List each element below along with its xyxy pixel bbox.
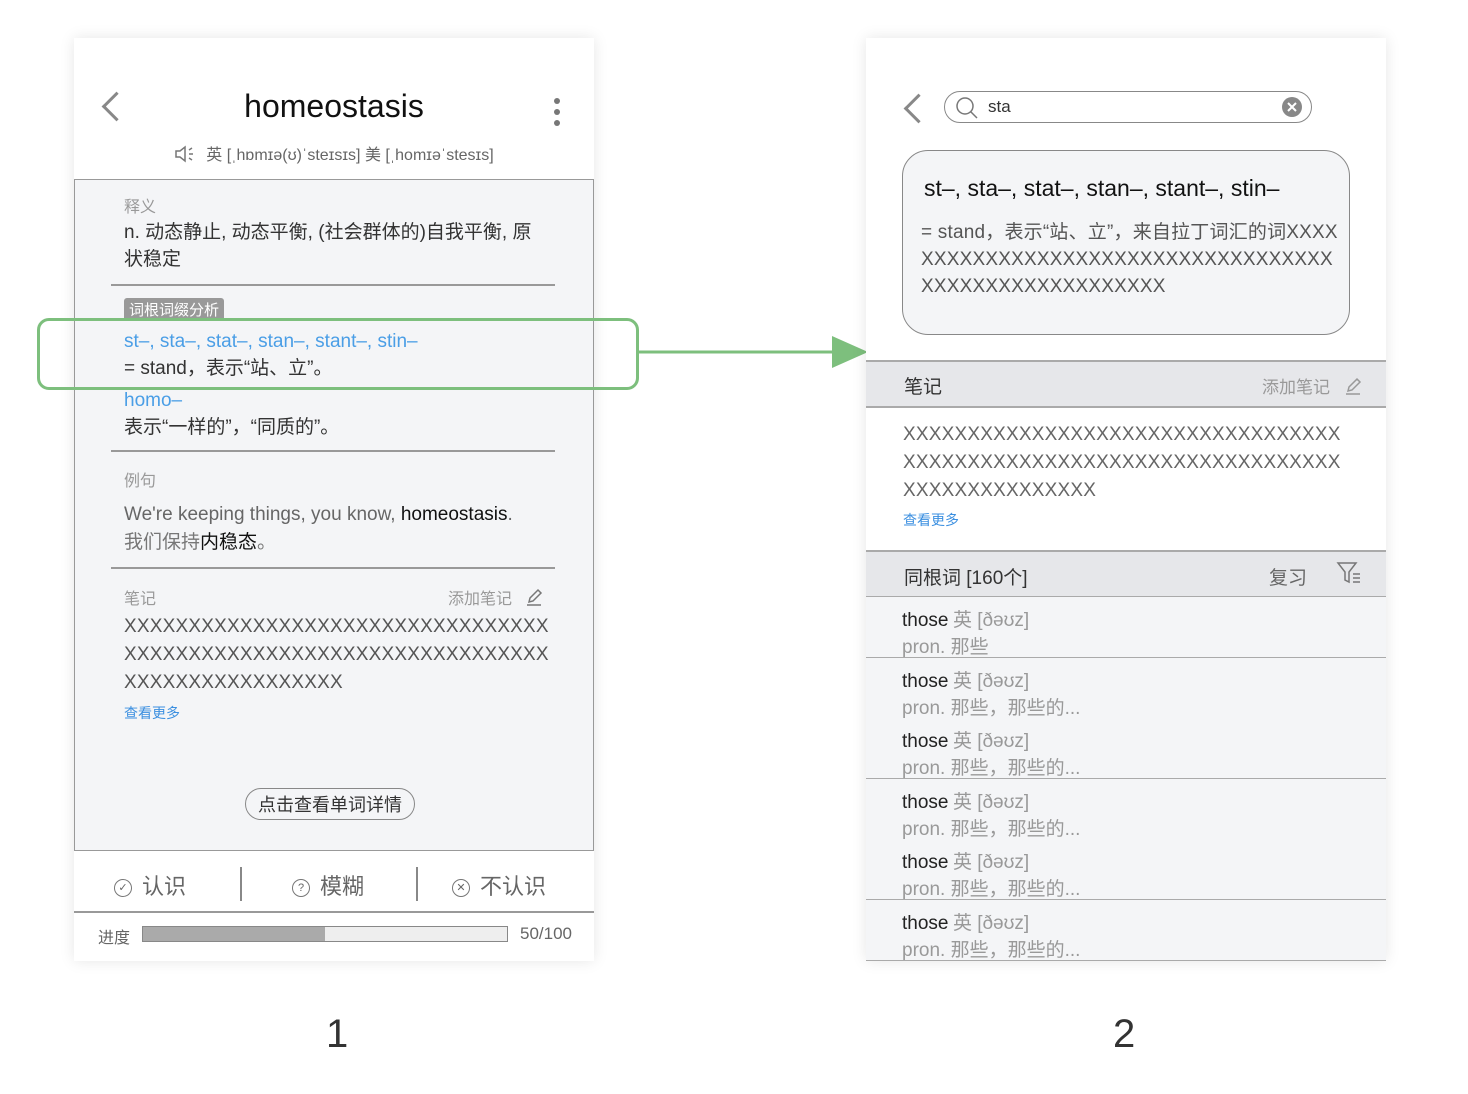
- divider: [111, 450, 555, 452]
- unknown-button[interactable]: ✕ 不认识: [452, 869, 546, 901]
- word-phonetic: 英 [ðəʊz]: [952, 731, 1030, 752]
- word-list-item[interactable]: those 英 [ðəʊz] pron. 那些，那些的...: [866, 778, 1386, 840]
- add-note-button[interactable]: 添加笔记: [448, 585, 544, 609]
- question-circle-icon: ?: [292, 879, 310, 898]
- progress-label: 进度: [98, 930, 131, 947]
- screen-number-2: 2: [1113, 1012, 1136, 1056]
- word: those: [902, 731, 949, 752]
- notes-header: 笔记 添加笔记: [866, 360, 1386, 408]
- content-panel: 释义 n. 动态静止, 动态平衡, (社会群体的)自我平衡, 原状稳定 词根词缀…: [74, 179, 594, 851]
- root-detail-screen: sta st–, sta–, stat–, stan–, stant–, sti…: [866, 38, 1386, 961]
- root2-title[interactable]: homo–: [124, 387, 182, 414]
- root2-desc: 表示“一样的”，“同质的”。: [124, 417, 340, 438]
- progress-bar: [142, 926, 508, 942]
- example-en: We're keeping things, you know, homeosta…: [124, 501, 513, 528]
- word: those: [902, 912, 949, 934]
- screen-number-1: 1: [326, 1012, 349, 1056]
- root-card: st–, sta–, stat–, stan–, stant–, stin– =…: [902, 150, 1350, 335]
- back-icon[interactable]: [903, 93, 934, 124]
- root-card-title: st–, sta–, stat–, stan–, stant–, stin–: [924, 175, 1280, 201]
- word-title: homeostasis: [244, 88, 424, 124]
- divider: [240, 867, 242, 901]
- cognate-header: 同根词 [160个] 复习: [866, 550, 1386, 598]
- clear-icon[interactable]: [1281, 96, 1303, 118]
- word-phonetic: 英 [ðəʊz]: [952, 852, 1030, 873]
- search-input[interactable]: sta: [988, 97, 1011, 117]
- search-icon: [956, 97, 978, 119]
- word-definition: pron. 那些，那些的...: [902, 758, 1081, 779]
- check-circle-icon: ✓: [114, 879, 132, 898]
- divider: [111, 284, 555, 286]
- word-definition: pron. 那些，那些的...: [902, 939, 1081, 961]
- example-en-pre: We're keeping things, you know,: [124, 504, 401, 525]
- word-list-item[interactable]: those 英 [ðəʊz] pron. 那些，那些的...: [866, 899, 1386, 961]
- word-list-item[interactable]: those 英 [ðəʊz] pron. 那些，那些的...: [866, 839, 1386, 900]
- word-list-item[interactable]: those 英 [ðəʊz] pron. 那些，那些的...: [866, 657, 1386, 719]
- word-phonetic: 英 [ðəʊz]: [952, 912, 1030, 934]
- add-note-button[interactable]: 添加笔记: [1262, 373, 1363, 398]
- example-cn-pre: 我们保持: [124, 532, 201, 553]
- example-label: 例句: [124, 473, 157, 490]
- definition-label: 释义: [124, 199, 157, 216]
- example-cn-word: 内稳态: [200, 532, 258, 553]
- fuzzy-label: 模糊: [320, 874, 365, 899]
- phonetic-row: 英 [ˌhɒmɪə(ʊ)ˈsteɪsɪs] 美 [ˌhomɪəˈstesɪs]: [74, 141, 594, 165]
- word-definition: pron. 那些，那些的...: [902, 879, 1081, 900]
- view-more-link[interactable]: 查看更多: [124, 703, 180, 723]
- divider: [111, 567, 555, 569]
- word: those: [902, 791, 949, 813]
- root-card-text: = stand，表示“站、立”，来自拉丁词汇的词XXXXXXXXXXXXXXXX…: [921, 222, 1338, 297]
- add-note-label: 添加笔记: [448, 591, 513, 608]
- word-phonetic: 英 [ðəʊz]: [952, 670, 1030, 692]
- progress-fill: [143, 927, 325, 941]
- unknown-label: 不认识: [480, 874, 547, 899]
- word-phonetic: 英 [ðəʊz]: [952, 610, 1030, 631]
- divider: [416, 867, 418, 901]
- example-cn-post: 。: [257, 532, 277, 553]
- arrow-icon: [636, 336, 868, 368]
- definition-text: n. 动态静止, 动态平衡, (社会群体的)自我平衡, 原状稳定: [124, 222, 532, 270]
- notes-label: 笔记: [124, 591, 157, 608]
- cognate-label: 同根词 [160个]: [904, 568, 1028, 589]
- view-more-link[interactable]: 查看更多: [903, 510, 959, 530]
- phonetic-text: 英 [ˌhɒmɪə(ʊ)ˈsteɪsɪs] 美 [ˌhomɪəˈstesɪs]: [206, 147, 494, 164]
- word-definition: pron. 那些，那些的...: [902, 697, 1081, 719]
- search-bar[interactable]: sta: [944, 91, 1312, 123]
- word-phonetic: 英 [ðəʊz]: [952, 791, 1030, 813]
- know-label: 认识: [142, 874, 187, 899]
- answer-bar: ✓ 认识 ? 模糊 ✕ 不认识: [74, 849, 594, 913]
- progress-text: 50/100: [520, 924, 572, 943]
- word-definition: pron. 那些: [902, 637, 989, 658]
- notes-text: XXXXXXXXXXXXXXXXXXXXXXXXXXXXXXXXXXXXXXXX…: [903, 424, 1341, 501]
- word-detail-button[interactable]: 点击查看单词详情: [245, 788, 415, 820]
- add-note-label: 添加笔记: [1262, 378, 1330, 397]
- word-list-item[interactable]: those 英 [ðəʊz] pron. 那些，那些的...: [866, 718, 1386, 779]
- notes-text: XXXXXXXXXXXXXXXXXXXXXXXXXXXXXXXXXXXXXXXX…: [124, 616, 549, 693]
- word-list-item[interactable]: those 英 [ðəʊz] pron. 那些: [866, 597, 1386, 658]
- word: those: [902, 610, 949, 631]
- fuzzy-button[interactable]: ? 模糊: [292, 869, 364, 901]
- word: those: [902, 852, 949, 873]
- word-definition: pron. 那些，那些的...: [902, 818, 1081, 840]
- example-en-post: .: [507, 504, 513, 525]
- filter-icon[interactable]: [1336, 560, 1362, 586]
- pencil-icon: [1345, 377, 1361, 395]
- pencil-icon: [527, 588, 543, 606]
- more-menu-icon[interactable]: [554, 98, 560, 131]
- example-cn: 我们保持内稳态。: [124, 529, 276, 556]
- review-button[interactable]: 复习: [1269, 563, 1307, 590]
- word: those: [902, 670, 949, 692]
- know-button[interactable]: ✓ 认识: [114, 869, 186, 901]
- example-en-word: homeostasis: [400, 504, 508, 525]
- speaker-icon[interactable]: [174, 145, 198, 163]
- x-circle-icon: ✕: [452, 879, 470, 898]
- word-detail-screen: homeostasis 英 [ˌhɒmɪə(ʊ)ˈsteɪsɪs] 美 [ˌho…: [74, 38, 594, 961]
- notes-label: 笔记: [904, 377, 943, 398]
- highlight-box: [37, 318, 639, 390]
